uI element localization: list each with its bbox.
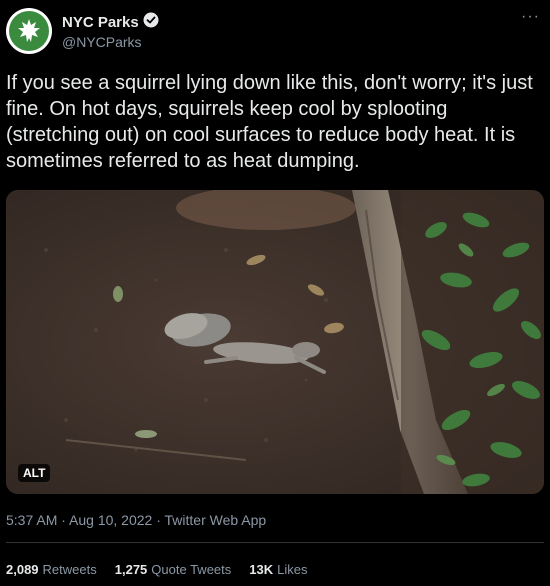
retweets-count: 2,089 xyxy=(6,562,39,577)
tweet-text: If you see a squirrel lying down like th… xyxy=(6,72,533,172)
nyc-parks-leaf-icon xyxy=(9,11,49,51)
tweet: NYC Parks @NYCParks ··· If you see a squ… xyxy=(0,0,550,586)
squirrel-photo-illustration xyxy=(6,190,544,494)
retweets-label: Retweets xyxy=(42,562,97,577)
tweet-photo[interactable]: ALT xyxy=(6,190,544,494)
avatar[interactable] xyxy=(6,8,52,54)
more-options-icon[interactable]: ··· xyxy=(521,8,540,26)
display-name-text: NYC Parks xyxy=(62,13,139,31)
verified-badge-icon xyxy=(143,12,159,32)
likes-label: Likes xyxy=(277,562,308,577)
quote-tweets-label: Quote Tweets xyxy=(151,562,232,577)
quote-tweets-stat[interactable]: 1,275 Quote Tweets xyxy=(115,562,232,577)
tweet-stats: 2,089 Retweets 1,275 Quote Tweets 13K Likes xyxy=(6,562,308,577)
likes-stat[interactable]: 13K Likes xyxy=(249,562,307,577)
quote-tweets-count: 1,275 xyxy=(114,562,148,577)
likes-count: 13K xyxy=(249,562,274,577)
handle[interactable]: @NYCParks xyxy=(62,34,142,50)
tweet-timestamp[interactable]: 5:37 AM · Aug 10, 2022 · Twitter Web App xyxy=(6,512,266,528)
display-name[interactable]: NYC Parks xyxy=(62,12,159,32)
alt-badge[interactable]: ALT xyxy=(18,464,51,482)
divider xyxy=(6,542,544,543)
retweets-stat[interactable]: 2,089 Retweets xyxy=(6,562,97,577)
